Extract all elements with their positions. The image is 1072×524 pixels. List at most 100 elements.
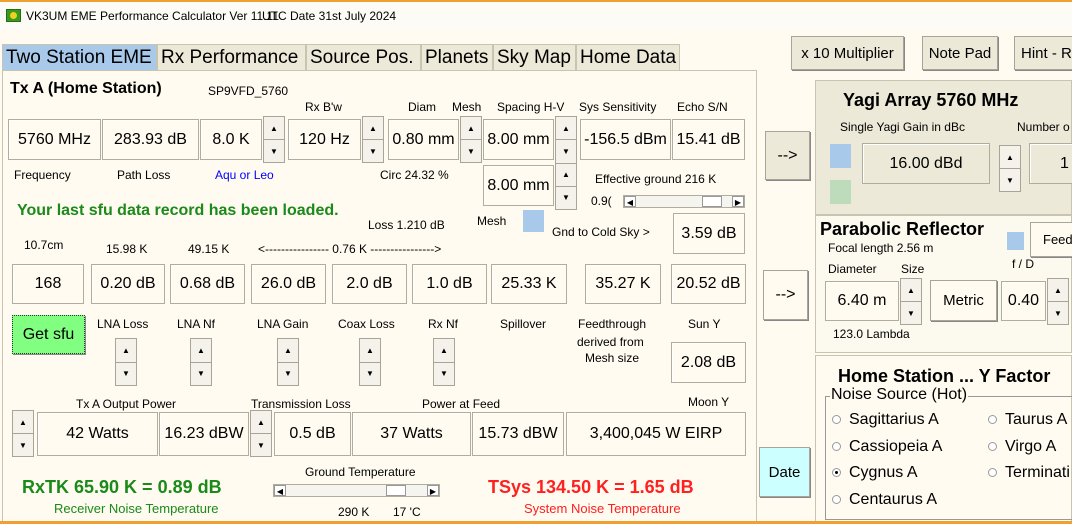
right-arrow-icon[interactable]: ▶ [732, 196, 744, 207]
right-arrow-icon[interactable]: ▶ [427, 485, 439, 496]
radio-icon[interactable] [832, 415, 841, 425]
up-arrow-icon[interactable]: ▲ [251, 411, 271, 434]
up-arrow-icon[interactable]: ▲ [13, 411, 33, 434]
radio-icon[interactable] [988, 442, 997, 452]
label-t2: 49.15 K [188, 242, 230, 256]
rx-nf-spinner[interactable]: ▲ ▼ [433, 338, 455, 386]
down-arrow-icon[interactable]: ▼ [278, 363, 298, 386]
lna-nf-spinner[interactable]: ▲ ▼ [190, 338, 212, 386]
down-arrow-icon[interactable]: ▼ [191, 363, 211, 386]
rxbw-spinner[interactable]: ▲ ▼ [362, 116, 384, 163]
radio-taurus-a[interactable]: Taurus A [988, 411, 1067, 429]
up-arrow-icon[interactable]: ▲ [461, 117, 481, 140]
up-arrow-icon[interactable]: ▲ [556, 164, 576, 187]
sfu-field[interactable]: 168 [12, 264, 84, 304]
up-arrow-icon[interactable]: ▲ [264, 117, 284, 140]
radio-virgo-a[interactable]: Virgo A [988, 438, 1056, 456]
up-arrow-icon[interactable]: ▲ [901, 279, 921, 302]
spacing-spinner[interactable]: ▲ ▼ ▲ ▼ [555, 116, 577, 210]
up-arrow-icon[interactable]: ▲ [434, 339, 454, 363]
up-arrow-icon[interactable]: ▲ [360, 339, 380, 363]
up-arrow-icon[interactable]: ▲ [191, 339, 211, 363]
date-button[interactable]: Date [759, 447, 810, 497]
up-arrow-icon[interactable]: ▲ [363, 117, 383, 140]
down-arrow-icon[interactable]: ▼ [461, 140, 481, 162]
arrow-button-parabolic[interactable]: --> [763, 270, 808, 320]
radio-cygnus-a[interactable]: Cygnus A [832, 464, 917, 482]
aqu-leo-link[interactable]: Aqu or Leo [215, 168, 274, 182]
parabolic-swatch[interactable] [1007, 232, 1024, 250]
left-arrow-icon[interactable]: ◀ [624, 196, 636, 207]
down-arrow-icon[interactable]: ▼ [251, 434, 271, 456]
down-arrow-icon[interactable]: ▼ [556, 187, 576, 209]
get-sfu-button[interactable]: Get sfu [12, 315, 85, 354]
radio-icon[interactable] [988, 415, 997, 425]
feed-dbw-field: 15.73 dBW [472, 412, 564, 456]
radio-icon[interactable] [832, 442, 841, 452]
tab-planets[interactable]: Planets [421, 44, 493, 71]
lna-gain-spinner[interactable]: ▲ ▼ [277, 338, 299, 386]
tab-home-data[interactable]: Home Data [576, 44, 680, 71]
down-arrow-icon[interactable]: ▼ [434, 363, 454, 386]
hint-button[interactable]: Hint - R [1014, 36, 1072, 70]
diameter-spinner[interactable]: ▲ ▼ [900, 278, 922, 325]
tx-power-spinner[interactable]: ▲ ▼ [12, 410, 34, 457]
up-arrow-icon[interactable]: ▲ [1000, 146, 1020, 169]
up-arrow-icon[interactable]: ▲ [116, 339, 136, 363]
note-pad-button[interactable]: Note Pad [922, 36, 998, 70]
arrow-button-yagi[interactable]: --> [765, 131, 810, 180]
tab-two-station-eme[interactable]: Two Station EME [2, 44, 157, 71]
slider-thumb[interactable] [386, 485, 406, 496]
tx-dbw-field: 16.23 dBW [159, 412, 249, 456]
metric-button[interactable]: Metric [930, 280, 997, 321]
radio-label: Cassiopeia A [849, 438, 943, 455]
down-arrow-icon[interactable]: ▼ [363, 140, 383, 162]
lna-loss-spinner[interactable]: ▲ ▼ [115, 338, 137, 386]
tab-rx-performance[interactable]: Rx Performance [157, 44, 306, 71]
radio-selected-icon[interactable] [832, 468, 841, 478]
radio-centaurus-a[interactable]: Centaurus A [832, 491, 937, 509]
left-arrow-icon[interactable]: ◀ [274, 485, 286, 496]
radio-cassiopeia-a[interactable]: Cassiopeia A [832, 438, 942, 456]
down-arrow-icon[interactable]: ▼ [360, 363, 380, 386]
coax-loss-spinner[interactable]: ▲ ▼ [359, 338, 381, 386]
down-arrow-icon[interactable]: ▼ [116, 363, 136, 386]
blue-swatch[interactable] [830, 144, 851, 168]
radio-icon[interactable] [988, 468, 997, 478]
lna-gain-field: 26.0 dB [251, 264, 326, 304]
radio-label: Centaurus A [849, 491, 938, 508]
down-arrow-icon[interactable]: ▼ [1048, 302, 1068, 324]
spacing-h-field: 8.00 mm [483, 119, 554, 160]
down-arrow-icon[interactable]: ▼ [901, 302, 921, 324]
mesh-color-swatch[interactable] [523, 210, 544, 232]
down-arrow-icon[interactable]: ▼ [1000, 169, 1020, 191]
down-arrow-icon[interactable]: ▼ [13, 434, 33, 456]
up-arrow-icon[interactable]: ▲ [1048, 279, 1068, 302]
temp-spinner[interactable]: ▲ ▼ [263, 116, 285, 163]
radio-termination[interactable]: Terminati [988, 464, 1070, 482]
radio-label: Taurus A [1005, 411, 1068, 428]
label-mesh: Mesh [452, 100, 482, 114]
radio-sagittarius-a[interactable]: Sagittarius A [832, 411, 939, 429]
multiplier-button[interactable]: x 10 Multiplier [791, 36, 904, 70]
green-swatch[interactable] [830, 180, 851, 204]
up-arrow-icon[interactable]: ▲ [278, 339, 298, 363]
diam-spinner[interactable]: ▲ ▼ [460, 116, 482, 163]
lambda-label: 123.0 Lambda [833, 327, 910, 341]
frequency-field[interactable]: 5760 MHz [8, 119, 101, 160]
radio-icon[interactable] [832, 495, 841, 505]
up-arrow-icon[interactable]: ▲ [556, 117, 576, 141]
tab-source-pos[interactable]: Source Pos. [306, 44, 421, 71]
down-arrow-icon[interactable]: ▼ [264, 140, 284, 162]
label-rx-nf: Rx Nf [428, 317, 458, 331]
yagi-gain-spinner[interactable]: ▲ ▼ [999, 145, 1021, 192]
feed-button[interactable]: Feed [1030, 222, 1072, 257]
trans-loss-spinner[interactable]: ▲ ▼ [250, 410, 272, 457]
effective-ground-slider[interactable]: ◀ ▶ [623, 195, 745, 208]
fd-spinner[interactable]: ▲ ▼ [1047, 278, 1069, 325]
slider-thumb[interactable] [702, 196, 722, 207]
down-arrow-icon[interactable]: ▼ [556, 140, 576, 164]
tab-sky-map[interactable]: Sky Map [493, 44, 576, 71]
radio-label: Cygnus A [849, 464, 918, 481]
ground-temp-slider[interactable]: ◀ ▶ [273, 484, 440, 497]
